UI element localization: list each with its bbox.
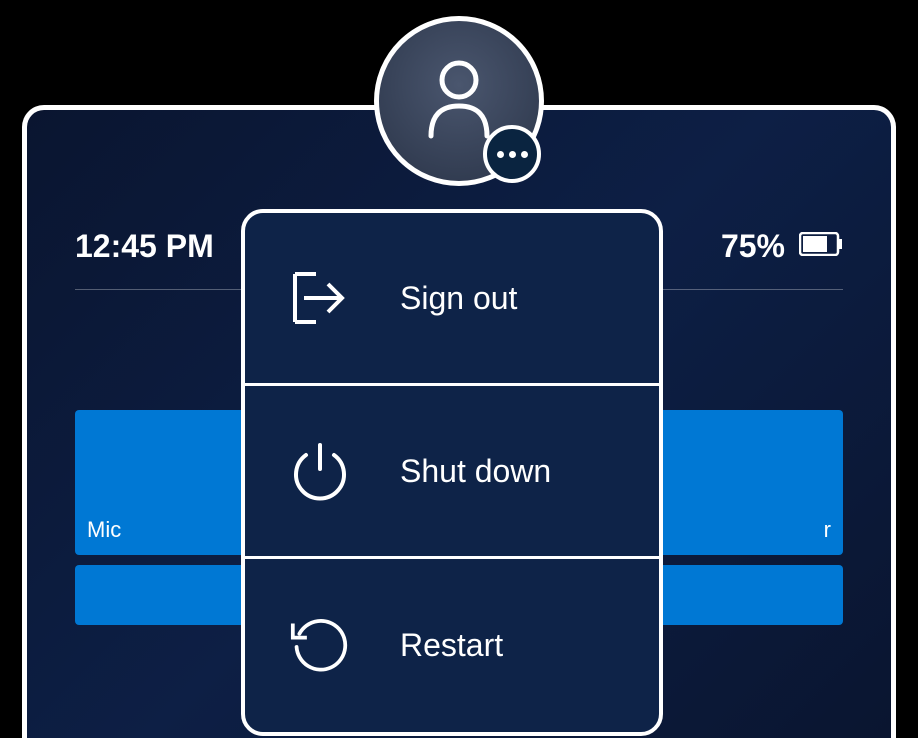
more-options-button[interactable] [483,125,541,183]
menu-item-label: Sign out [400,280,517,317]
battery-icon [799,232,843,261]
shut-down-button[interactable]: Shut down [245,386,659,559]
power-menu: Sign out Shut down Restart [241,209,663,736]
person-icon [423,58,495,145]
avatar-container [374,16,544,186]
time-display: 12:45 PM [75,228,214,265]
sign-out-button[interactable]: Sign out [245,213,659,386]
sign-out-icon [290,268,350,328]
restart-button[interactable]: Restart [245,559,659,732]
user-avatar[interactable] [374,16,544,186]
battery-status: 75% [721,228,843,265]
ellipsis-icon [497,151,528,158]
menu-item-label: Shut down [400,453,551,490]
battery-percent: 75% [721,228,785,265]
restart-icon [290,616,350,676]
tile-label: Mic [87,517,121,543]
menu-item-label: Restart [400,627,503,664]
power-icon [290,441,350,501]
tile-label: r [824,517,831,543]
